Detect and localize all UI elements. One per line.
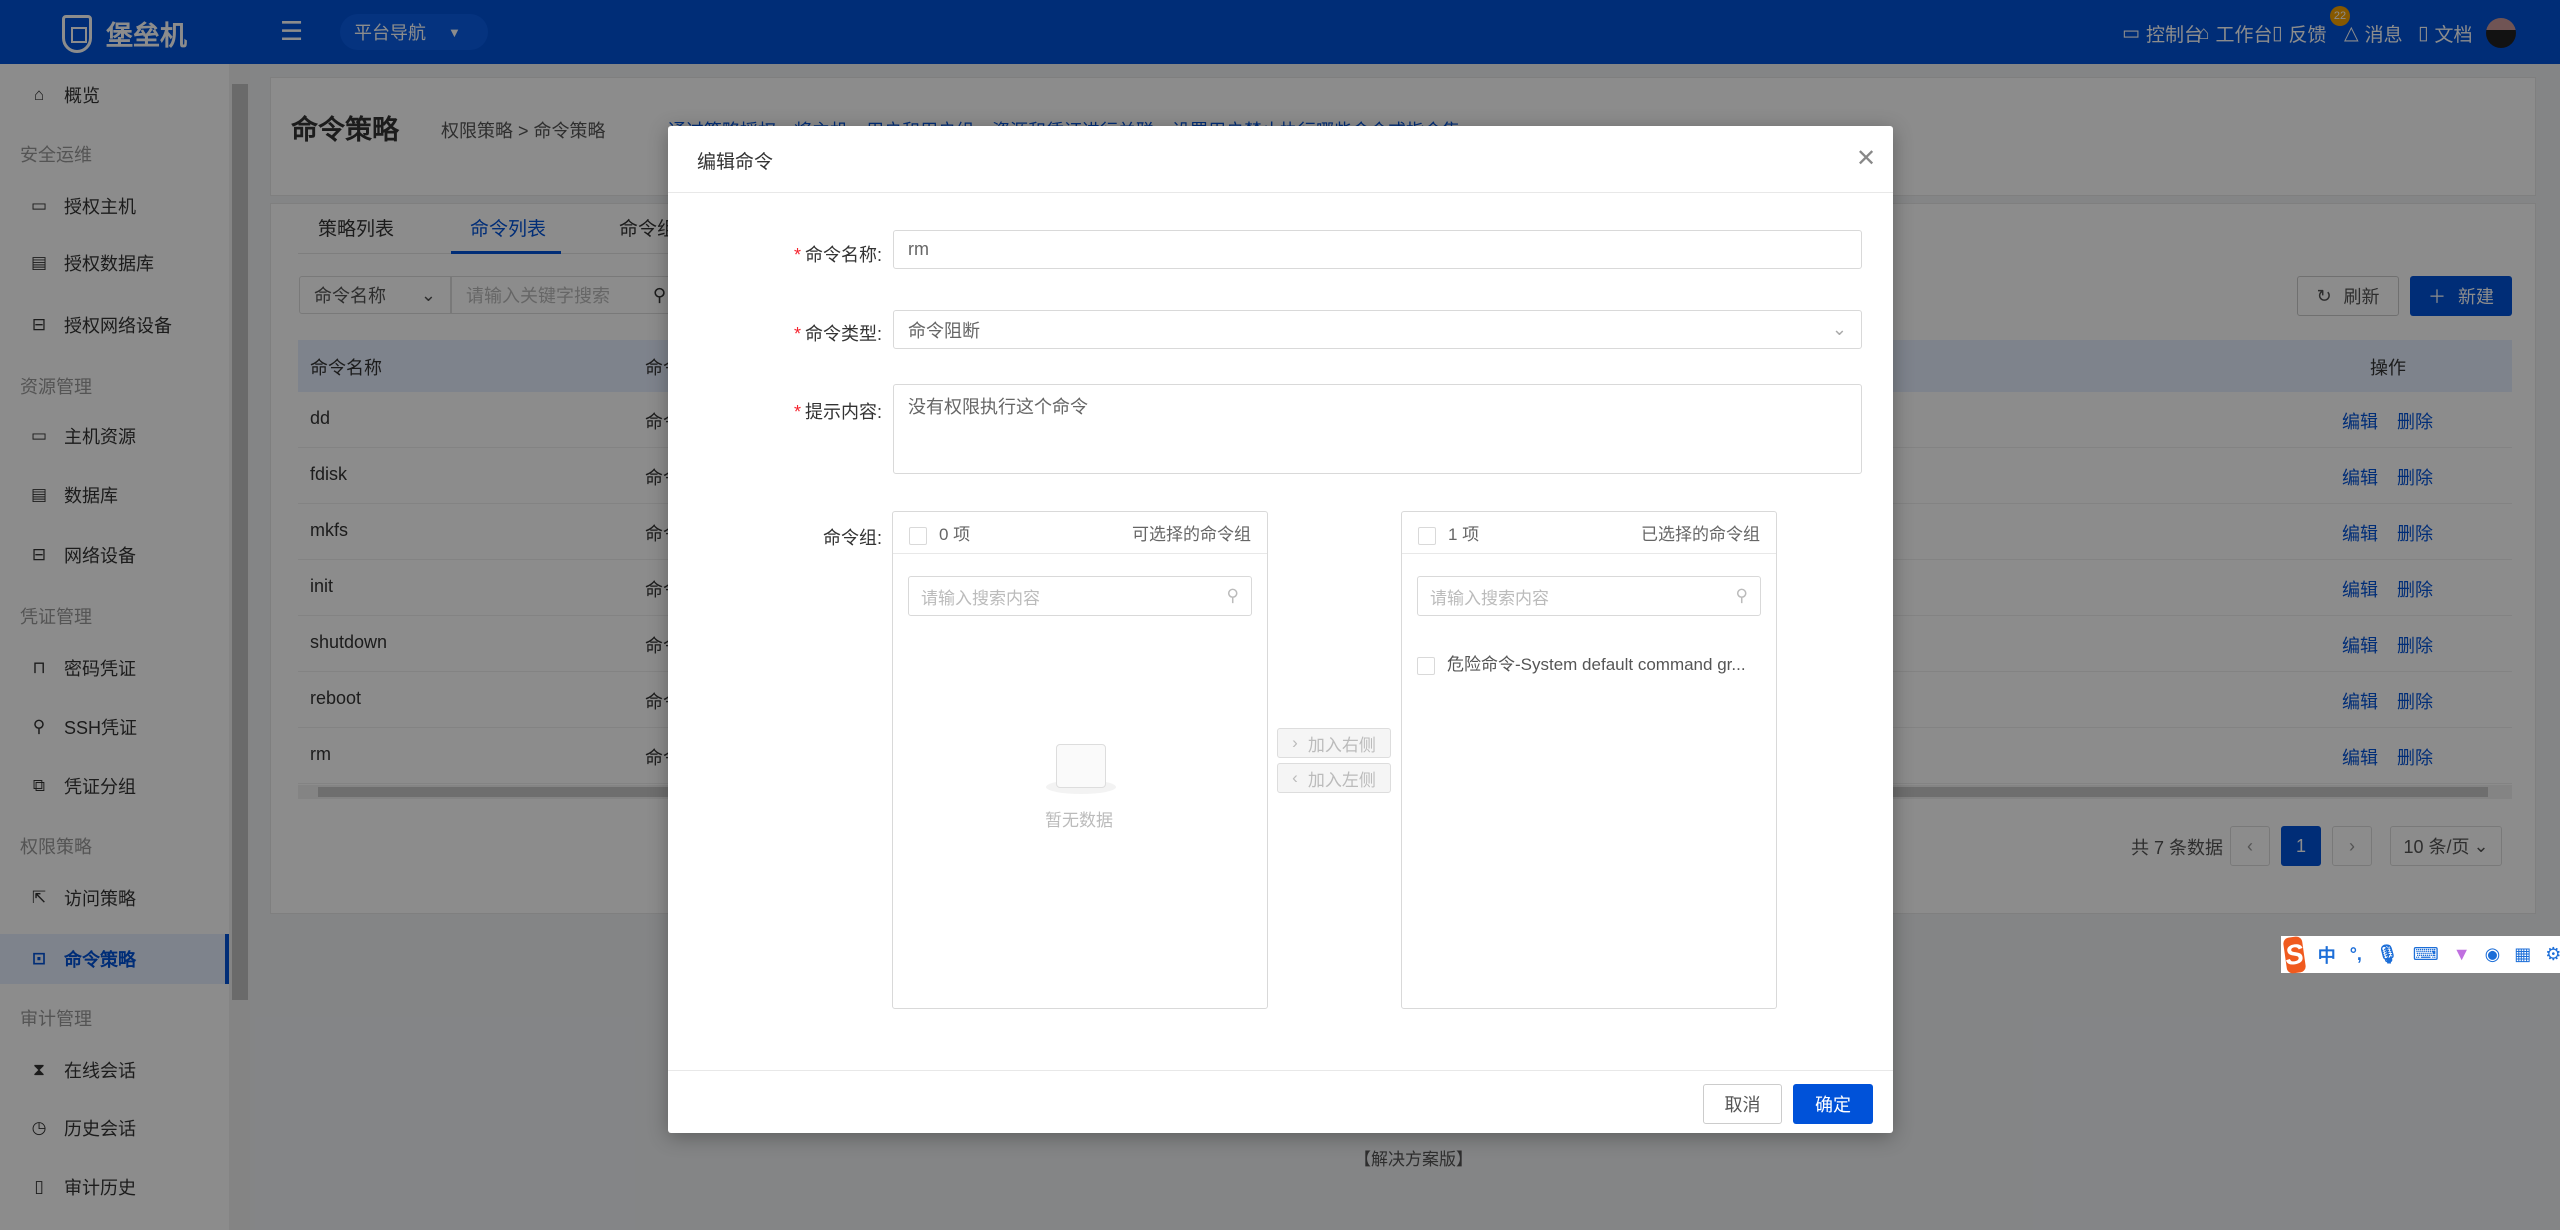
- transfer-left-panel: 0 项可选择的命令组 请输入搜索内容 ⚲ 暂无数据: [892, 511, 1268, 1009]
- settings-icon[interactable]: ⚙: [2545, 944, 2560, 965]
- group-label: 命令组:: [822, 528, 882, 548]
- ime-mode-toggle[interactable]: 中: [2318, 942, 2336, 968]
- hint-content-textarea[interactable]: 没有权限执行这个命令: [893, 384, 1862, 474]
- skin-icon[interactable]: ▼: [2453, 944, 2471, 965]
- right-panel-header: 1 项已选择的命令组: [1402, 512, 1776, 554]
- left-search-input[interactable]: 请输入搜索内容 ⚲: [908, 576, 1252, 616]
- gamepad-icon[interactable]: ◉: [2485, 944, 2501, 965]
- select-all-checkbox[interactable]: [909, 526, 927, 545]
- chevron-down-icon: ⌄: [1831, 319, 1847, 339]
- microphone-icon[interactable]: 🎙︎: [2376, 944, 2399, 965]
- left-panel-header: 0 项可选择的命令组: [893, 512, 1267, 554]
- command-name-input[interactable]: rm: [893, 230, 1862, 269]
- cancel-button[interactable]: 取消: [1703, 1084, 1782, 1124]
- modal-title: 编辑命令: [697, 152, 774, 173]
- hint-label: * 提示内容:: [793, 402, 882, 422]
- search-icon: ⚲: [1735, 586, 1748, 605]
- move-left-button[interactable]: ‹ 加入左侧: [1277, 763, 1391, 793]
- edit-command-modal: 编辑命令 ✕ * 命令名称: rm * 命令类型: 命令阻断 ⌄ * 提示内容: 没有权…: [668, 126, 1893, 1133]
- chevron-left-icon: ‹: [1292, 768, 1298, 787]
- transfer-right-panel: 1 项已选择的命令组 请输入搜索内容 ⚲ 危险命令-System default …: [1401, 511, 1777, 1009]
- sogou-logo-icon[interactable]: S: [2282, 935, 2307, 974]
- modal-footer-divider: [668, 1070, 1893, 1071]
- transfer-list-item[interactable]: 危险命令-System default command gr...: [1417, 650, 1746, 675]
- apps-grid-icon[interactable]: ▦: [2514, 944, 2531, 965]
- empty-text: 暂无数据: [1045, 811, 1113, 830]
- punctuation-icon[interactable]: °,: [2350, 944, 2362, 965]
- modal-header: 编辑命令 ✕: [668, 126, 1893, 193]
- search-icon: ⚲: [1226, 586, 1239, 605]
- close-icon[interactable]: ✕: [1856, 144, 1876, 173]
- name-label: * 命令名称:: [793, 245, 882, 265]
- confirm-button[interactable]: 确定: [1793, 1084, 1873, 1124]
- right-search-input[interactable]: 请输入搜索内容 ⚲: [1417, 576, 1761, 616]
- empty-inbox-icon: [1046, 744, 1116, 794]
- ime-toolbar: S 中 °, 🎙︎ ⌨ ▼ ◉ ▦ ⚙: [2281, 935, 2560, 974]
- command-type-select[interactable]: 命令阻断 ⌄: [893, 310, 1862, 349]
- keyboard-icon[interactable]: ⌨: [2413, 944, 2439, 965]
- select-all-checkbox[interactable]: [1418, 526, 1436, 545]
- move-right-button[interactable]: › 加入右侧: [1277, 728, 1391, 758]
- type-label: * 命令类型:: [793, 324, 882, 344]
- item-checkbox[interactable]: [1417, 656, 1435, 675]
- chevron-right-icon: ›: [1292, 733, 1298, 752]
